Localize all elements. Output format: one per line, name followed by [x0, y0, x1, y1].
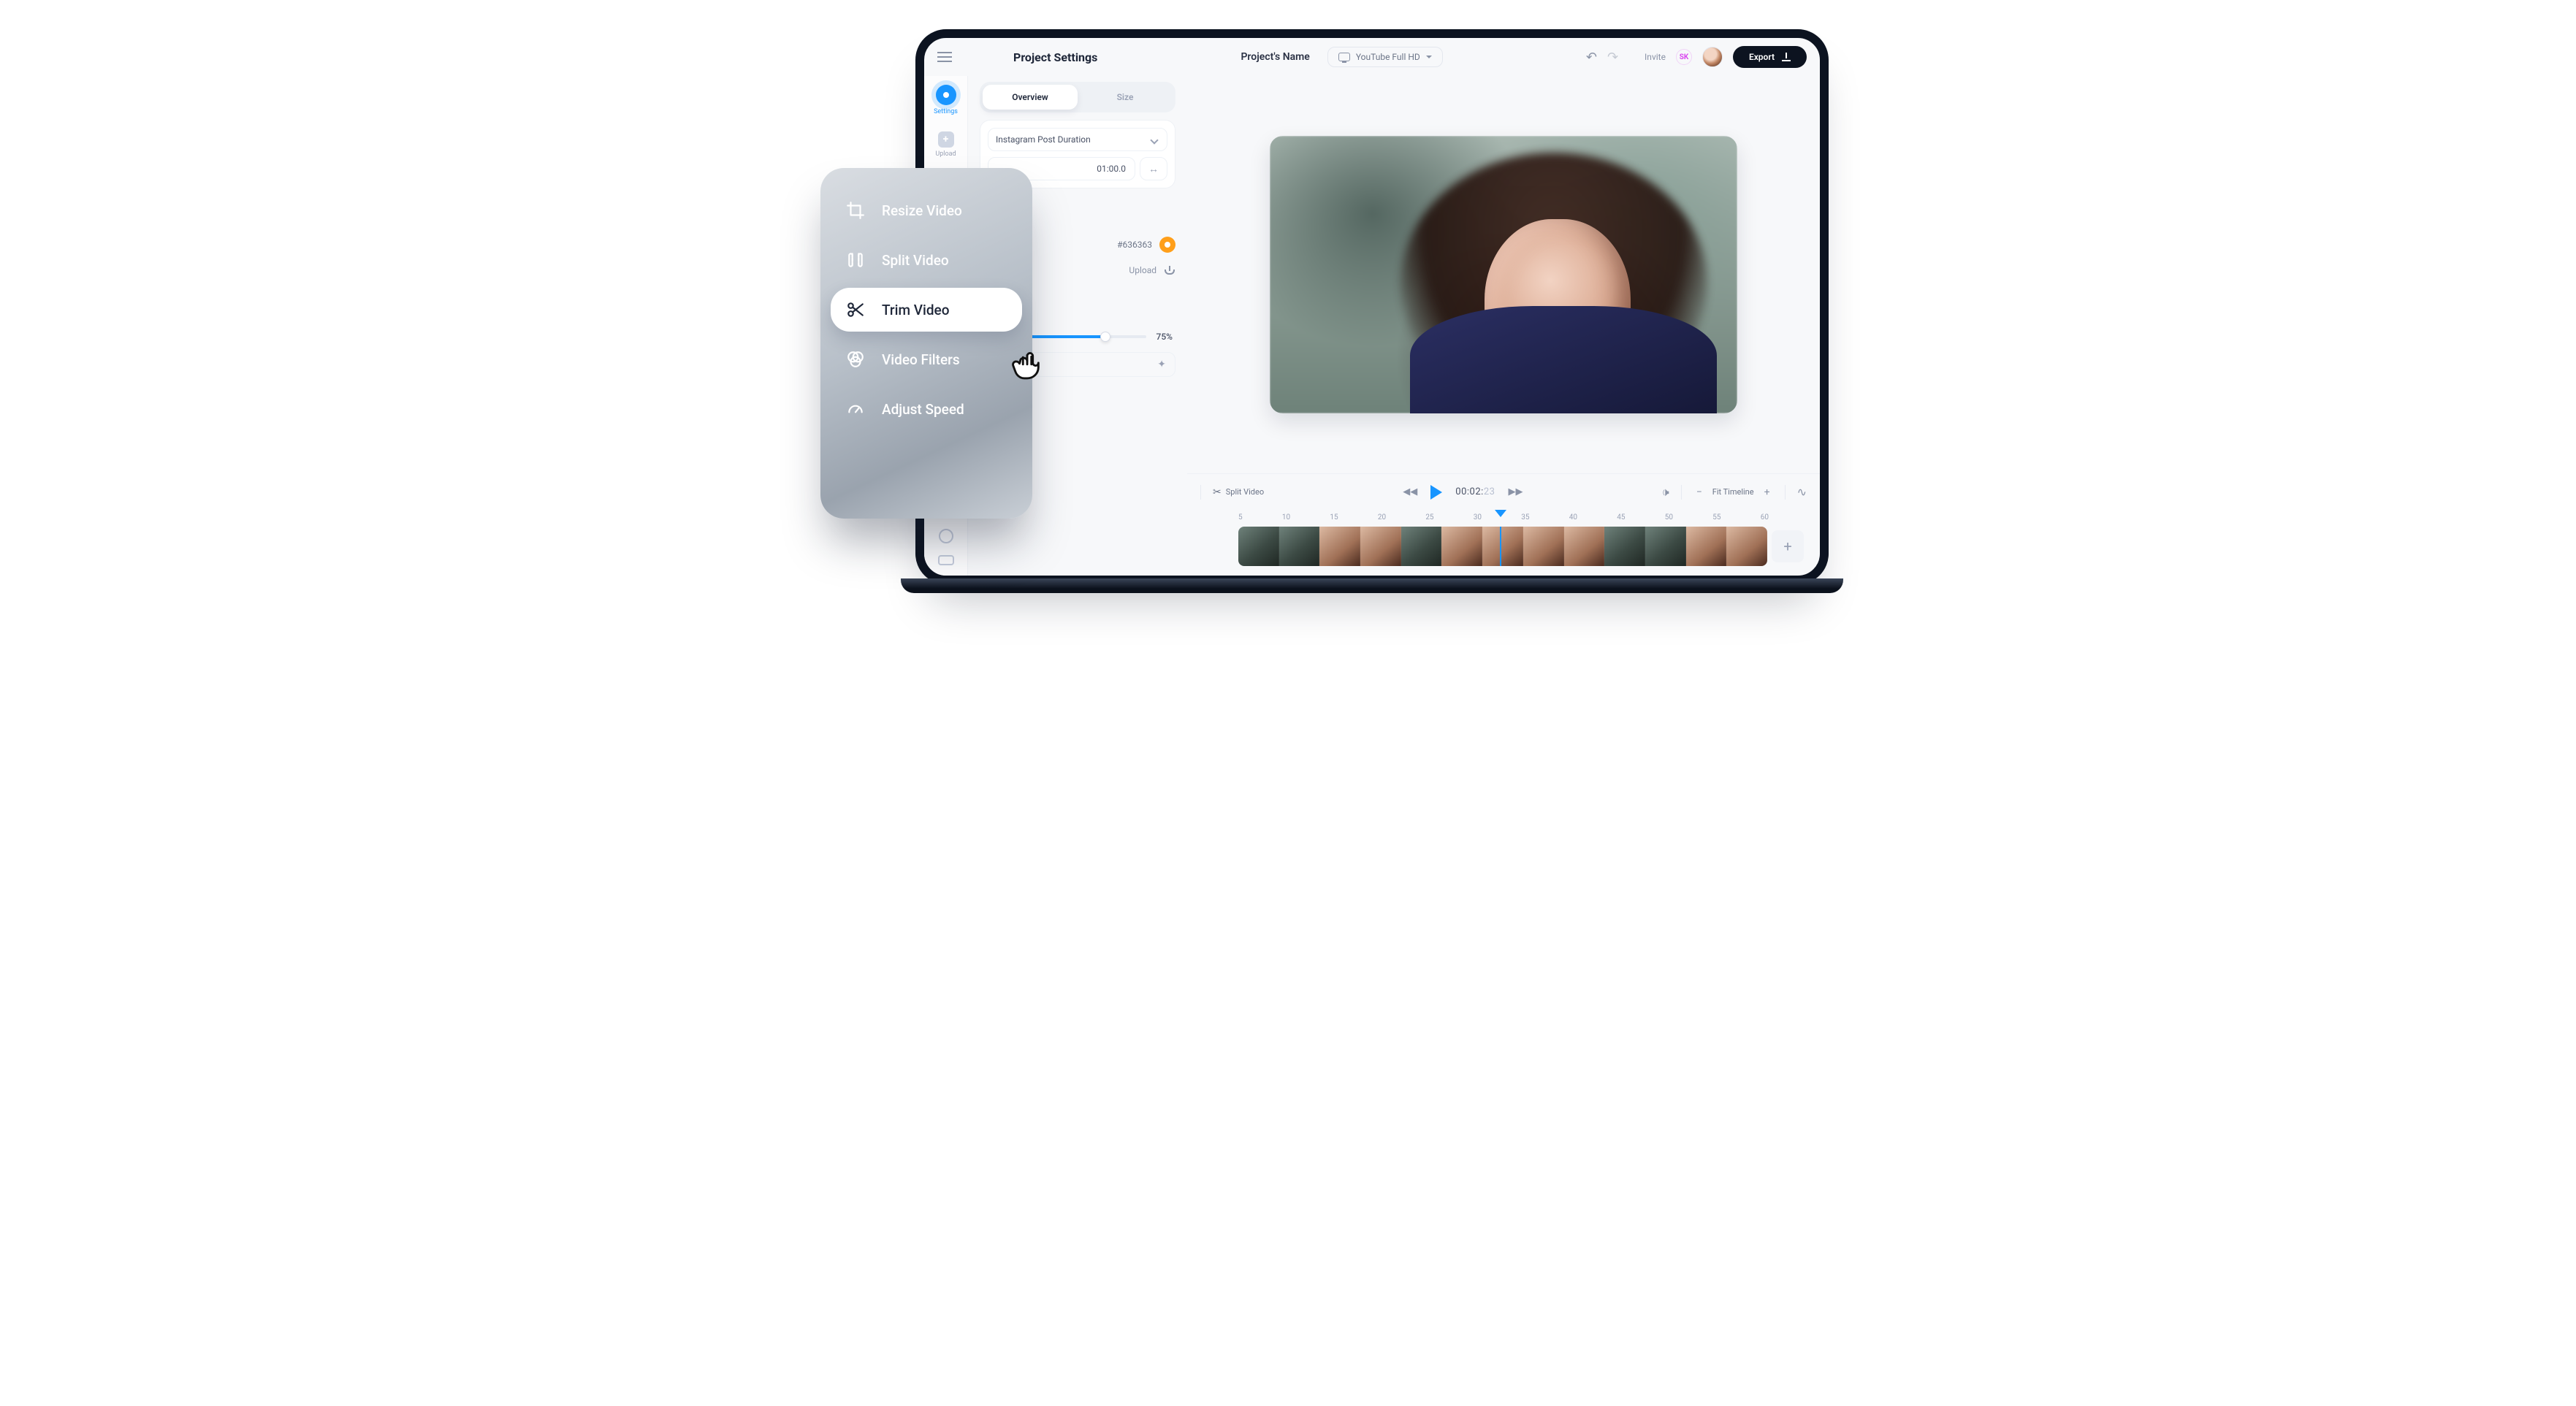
undo-button[interactable]: ↶ — [1586, 50, 1597, 65]
help-icon[interactable] — [939, 529, 953, 543]
add-track-button[interactable]: + — [1772, 530, 1804, 562]
upload-icon — [1164, 264, 1175, 276]
laptop-base — [901, 578, 1843, 593]
rail-bottom — [938, 529, 954, 565]
gauge-icon — [845, 399, 866, 419]
duration-preset-select[interactable]: Instagram Post Duration — [988, 128, 1167, 151]
split-video-tool[interactable]: ✂ Split Video — [1213, 486, 1264, 498]
upload-label: Upload — [1129, 265, 1156, 275]
fit-timeline-group: − Fit Timeline + — [1693, 486, 1773, 498]
ruler-tick: 45 — [1617, 513, 1625, 521]
tabs: Overview Size — [980, 82, 1175, 112]
timeline-ruler[interactable]: 5 10 15 20 25 30 35 40 45 50 55 60 — [1187, 510, 1820, 524]
fit-timeline-label[interactable]: Fit Timeline — [1712, 487, 1754, 497]
feature-resize[interactable]: Resize Video — [831, 188, 1022, 232]
chevron-down-icon — [1149, 134, 1159, 145]
tab-overview[interactable]: Overview — [983, 85, 1078, 110]
project-name[interactable]: Project's Name — [1241, 51, 1309, 63]
redo-button[interactable]: ↷ — [1607, 50, 1618, 65]
app-root: Project Settings Project's Name YouTube … — [924, 38, 1820, 576]
forward-button[interactable]: ▶▶ — [1508, 486, 1523, 497]
transport: ◀◀ 00:02:23 ▶▶ — [1403, 485, 1523, 500]
zoom-out-button[interactable]: − — [1693, 486, 1705, 498]
opacity-value: 75% — [1156, 332, 1173, 342]
volume-button[interactable]: 🕩 — [1662, 485, 1669, 500]
feature-split[interactable]: Split Video — [831, 238, 1022, 282]
keyboard-icon[interactable] — [938, 555, 954, 565]
feature-filters[interactable]: Video Filters — [831, 337, 1022, 381]
ruler-tick: 20 — [1378, 513, 1386, 521]
rail-item-settings[interactable]: Settings — [934, 85, 958, 115]
pointer-cursor-icon — [1010, 340, 1047, 383]
scissors-icon: ✂ — [1213, 486, 1222, 498]
split-label: Split Video — [1226, 487, 1264, 497]
rail-item-upload[interactable]: + Upload — [935, 131, 956, 158]
timeline-toolbar: ✂ Split Video ◀◀ 00:02:23 ▶▶ 🕩 — [1187, 473, 1820, 510]
rewind-button[interactable]: ◀◀ — [1403, 486, 1417, 497]
playhead-line[interactable] — [1500, 527, 1501, 566]
topbar-right: ↶ ↷ Invite SK Export — [1586, 46, 1807, 68]
playhead-marker[interactable] — [1495, 510, 1506, 517]
topbar: Project Settings Project's Name YouTube … — [924, 38, 1820, 76]
timeline-strip-row: + — [1187, 524, 1820, 576]
format-label: YouTube Full HD — [1356, 52, 1420, 62]
canvas-area: ✂ Split Video ◀◀ 00:02:23 ▶▶ 🕩 — [1187, 76, 1820, 576]
ruler-tick: 35 — [1521, 513, 1529, 521]
ruler-tick: 25 — [1425, 513, 1433, 521]
plus-icon: + — [938, 131, 954, 148]
settings-icon — [936, 85, 956, 105]
feature-speed[interactable]: Adjust Speed — [831, 387, 1022, 431]
menu-icon[interactable] — [937, 52, 952, 62]
feature-label: Trim Video — [882, 302, 950, 318]
zoom-in-button[interactable]: + — [1761, 486, 1773, 498]
duration-preset-label: Instagram Post Duration — [996, 134, 1091, 145]
invite-label[interactable]: Invite — [1645, 52, 1666, 62]
feature-trim[interactable]: Trim Video — [831, 288, 1022, 332]
export-icon — [1782, 53, 1791, 61]
ruler-tick: 55 — [1712, 513, 1720, 521]
timecode: 00:02:23 — [1455, 486, 1495, 497]
preview-wrap — [1187, 76, 1820, 473]
rail-label-settings: Settings — [934, 108, 958, 115]
export-label: Export — [1749, 52, 1775, 62]
topbar-center: Project's Name YouTube Full HD — [1108, 47, 1575, 67]
collaborator-avatar-initials[interactable]: SK — [1676, 49, 1692, 65]
laptop-frame: Project Settings Project's Name YouTube … — [915, 29, 1829, 584]
sparkle-icon: ✦ — [1157, 359, 1166, 370]
color-picker-icon[interactable] — [1159, 237, 1175, 253]
feature-label: Video Filters — [882, 351, 960, 368]
scissors-icon — [845, 299, 866, 320]
video-preview[interactable] — [1270, 136, 1737, 413]
ruler-tick: 5 — [1238, 513, 1243, 521]
play-button[interactable] — [1430, 485, 1442, 500]
video-clip-strip[interactable] — [1238, 527, 1767, 566]
ruler-tick: 15 — [1330, 513, 1338, 521]
swap-button[interactable]: ↔ — [1140, 157, 1167, 180]
ruler-tick: 50 — [1665, 513, 1673, 521]
rail-label-upload: Upload — [935, 150, 956, 158]
user-avatar[interactable] — [1702, 47, 1723, 67]
ruler-tick: 30 — [1474, 513, 1482, 521]
ruler-tick: 40 — [1569, 513, 1577, 521]
feature-label: Resize Video — [882, 202, 962, 219]
crop-icon — [845, 200, 866, 221]
filters-icon — [845, 349, 866, 370]
export-button[interactable]: Export — [1733, 46, 1807, 68]
color-hex-value[interactable]: #636363 — [1117, 240, 1152, 250]
feature-label: Split Video — [882, 252, 949, 269]
panel-title: Project Settings — [1013, 50, 1097, 64]
feature-label: Adjust Speed — [882, 401, 964, 418]
waveform-icon[interactable]: ∿ — [1797, 485, 1807, 499]
feature-menu-card: Resize Video Split Video Trim Video Vide… — [820, 168, 1032, 519]
chevron-down-icon — [1426, 56, 1432, 58]
output-format-select[interactable]: YouTube Full HD — [1327, 47, 1443, 67]
app-body: Settings + Upload Overview Size — [924, 76, 1820, 576]
display-icon — [1338, 53, 1350, 61]
split-icon — [845, 250, 866, 270]
ruler-tick: 60 — [1761, 513, 1769, 521]
tab-size[interactable]: Size — [1078, 85, 1173, 110]
ruler-tick: 10 — [1282, 513, 1290, 521]
